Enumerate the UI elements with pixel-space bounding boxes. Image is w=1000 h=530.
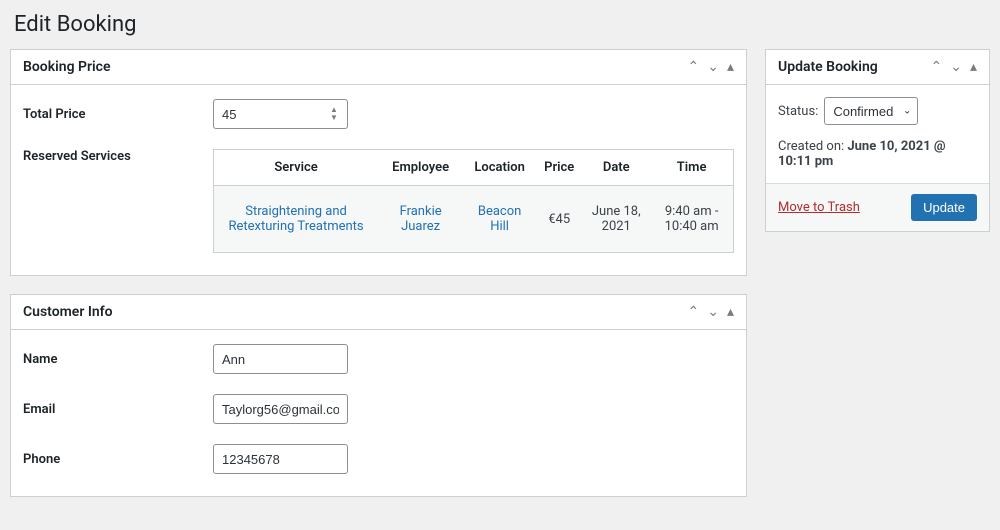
phone-input[interactable] [213, 444, 348, 474]
col-time: Time [650, 150, 733, 186]
customer-info-panel: Customer Info ⌃ ⌄ ▴ Name Email [10, 294, 747, 497]
location-link[interactable]: Beacon Hill [478, 204, 521, 234]
col-location: Location [463, 150, 536, 186]
booking-price-panel: Booking Price ⌃ ⌄ ▴ Total Price ▲ [10, 49, 747, 276]
page-title: Edit Booking [10, 8, 990, 49]
panel-title: Booking Price [23, 59, 111, 75]
email-input[interactable] [213, 394, 348, 424]
panel-header: Update Booking ⌃ ⌄ ▴ [766, 50, 989, 85]
cell-time: 9:40 am - 10:40 am [650, 186, 733, 253]
chevron-down-icon[interactable]: ⌄ [950, 60, 962, 74]
phone-label: Phone [23, 452, 213, 467]
cell-price: €45 [536, 186, 582, 253]
table-row: Straightening and Retexturing Treatments… [214, 186, 734, 253]
name-label: Name [23, 352, 213, 367]
cell-date: June 18, 2021 [582, 186, 650, 253]
panel-header: Customer Info ⌃ ⌄ ▴ [11, 295, 746, 330]
triangle-up-icon[interactable]: ▴ [727, 60, 734, 74]
service-link[interactable]: Straightening and Retexturing Treatments [228, 204, 363, 234]
panel-title: Customer Info [23, 304, 113, 320]
panel-title: Update Booking [778, 59, 878, 75]
col-employee: Employee [378, 150, 463, 186]
status-label: Status: [778, 104, 818, 119]
triangle-up-icon[interactable]: ▴ [970, 60, 977, 74]
triangle-up-icon[interactable]: ▴ [727, 305, 734, 319]
total-price-label: Total Price [23, 107, 213, 122]
reserved-services-table: Service Employee Location Price Date Tim… [213, 149, 734, 253]
update-booking-panel: Update Booking ⌃ ⌄ ▴ Status: Confirmed ⌄ [765, 49, 990, 232]
chevron-up-icon[interactable]: ⌃ [931, 60, 943, 74]
chevron-down-icon[interactable]: ⌄ [707, 305, 719, 319]
update-button[interactable]: Update [911, 194, 977, 221]
panel-header: Booking Price ⌃ ⌄ ▴ [11, 50, 746, 85]
chevron-up-icon[interactable]: ⌃ [688, 305, 700, 319]
number-stepper[interactable]: ▲ ▼ [330, 105, 344, 123]
chevron-down-icon[interactable]: ⌄ [707, 60, 719, 74]
col-date: Date [582, 150, 650, 186]
status-select[interactable]: Confirmed [824, 97, 918, 125]
move-to-trash-link[interactable]: Move to Trash [778, 200, 860, 215]
col-service: Service [214, 150, 379, 186]
total-price-input[interactable] [213, 99, 348, 129]
email-label: Email [23, 402, 213, 417]
name-input[interactable] [213, 344, 348, 374]
created-on: Created on: June 10, 2021 @ 10:11 pm [778, 139, 977, 169]
chevron-up-icon[interactable]: ⌃ [688, 60, 700, 74]
col-price: Price [536, 150, 582, 186]
reserved-services-label: Reserved Services [23, 149, 213, 164]
employee-link[interactable]: Frankie Juarez [400, 204, 442, 234]
stepper-down-icon[interactable]: ▼ [330, 114, 344, 122]
